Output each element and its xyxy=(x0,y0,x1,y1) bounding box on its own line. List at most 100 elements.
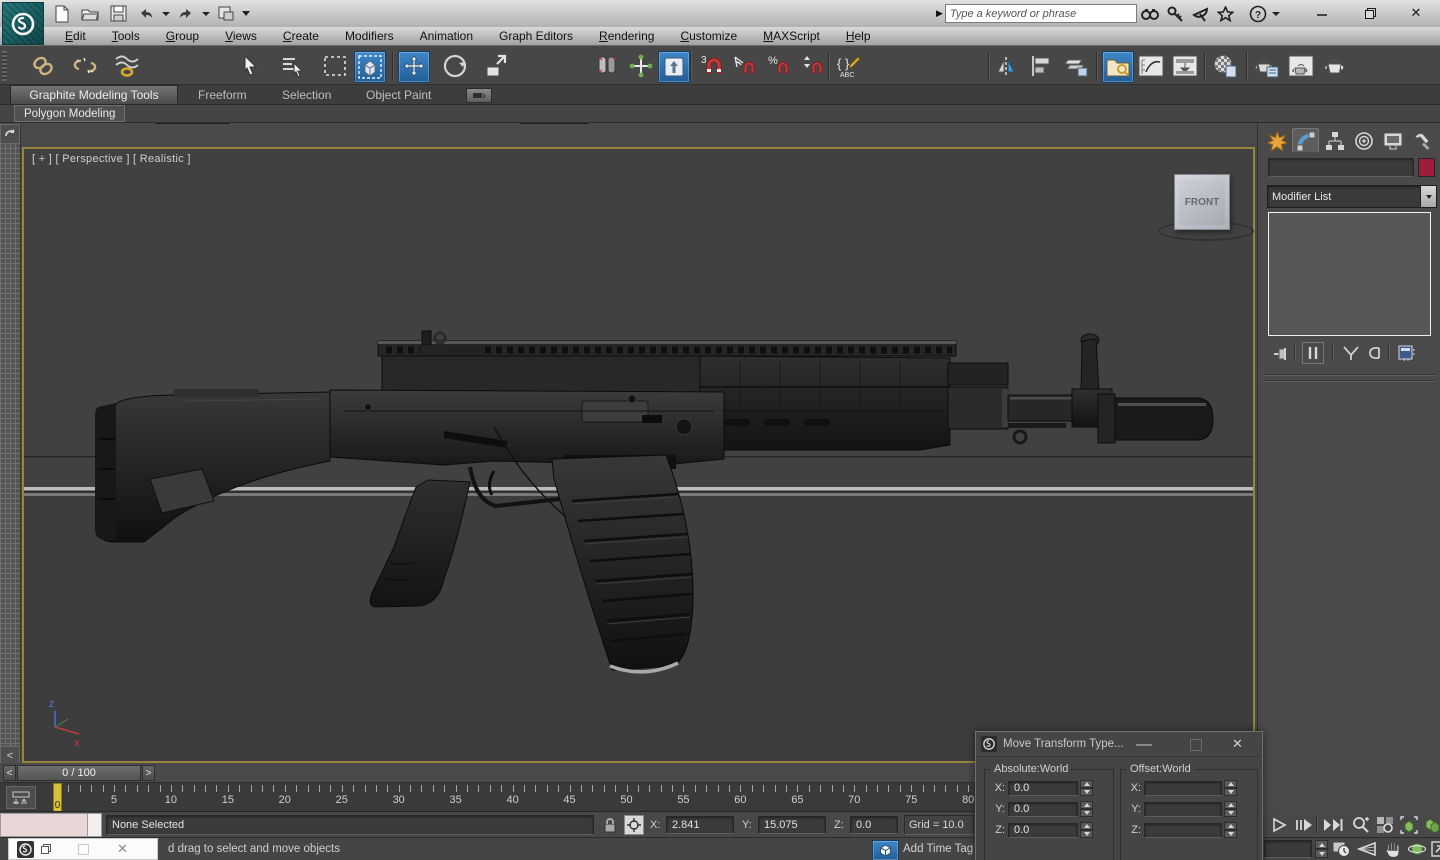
menu-customize[interactable]: Customize xyxy=(667,28,750,45)
floating-window-titlebar[interactable]: ✕ xyxy=(8,838,158,860)
communication-center-button[interactable] xyxy=(1189,4,1212,24)
off-y-spinner[interactable] xyxy=(1224,801,1237,817)
search-button[interactable] xyxy=(1139,4,1162,24)
undo-button[interactable] xyxy=(134,3,158,24)
tab-display[interactable] xyxy=(1379,128,1406,153)
tab-modify[interactable] xyxy=(1292,128,1319,153)
y-coordinate-field[interactable]: 15.075 xyxy=(758,816,826,834)
viewcube[interactable]: FRONT xyxy=(1174,174,1230,230)
go-to-end-button[interactable] xyxy=(1322,814,1344,836)
restore-window-button[interactable] xyxy=(1356,4,1384,22)
dialog-minimize-button[interactable]: — xyxy=(1136,736,1152,754)
align-button[interactable] xyxy=(1028,51,1058,81)
snaps-toggle-button[interactable]: 3 xyxy=(696,51,726,81)
material-editor-button[interactable] xyxy=(1210,51,1240,81)
favorites-button[interactable] xyxy=(1214,4,1237,24)
abs-x-field[interactable]: 0.0 xyxy=(1008,780,1078,796)
mirror-button[interactable] xyxy=(994,51,1024,81)
undo-dropdown[interactable] xyxy=(162,11,170,16)
search-prev-icon[interactable]: ▶ xyxy=(936,8,943,19)
abs-z-spinner[interactable] xyxy=(1080,822,1093,838)
open-file-button[interactable] xyxy=(78,3,102,24)
curve-editor-button[interactable] xyxy=(1136,51,1166,81)
off-z-field[interactable] xyxy=(1144,822,1222,838)
redo-button[interactable] xyxy=(174,3,198,24)
current-frame-field[interactable] xyxy=(1264,840,1312,858)
off-x-field[interactable] xyxy=(1144,780,1222,796)
render-setup-button[interactable] xyxy=(1252,51,1282,81)
zoom-button[interactable] xyxy=(1350,814,1372,836)
orbit-view-button[interactable] xyxy=(1406,838,1428,860)
select-by-name-button[interactable] xyxy=(278,51,308,81)
make-unique-button[interactable] xyxy=(1340,342,1362,364)
menu-create[interactable]: Create xyxy=(270,28,332,45)
time-slider-handle[interactable]: 0 / 100 xyxy=(17,765,141,781)
select-and-scale-button[interactable] xyxy=(482,51,512,81)
menu-maxscript[interactable]: MAXScript xyxy=(750,28,833,45)
rendered-frame-window-button[interactable] xyxy=(1286,51,1316,81)
show-end-result-button[interactable] xyxy=(1302,342,1324,364)
restore-window-small-icon[interactable] xyxy=(40,843,52,855)
percent-snap-button[interactable]: % xyxy=(764,51,794,81)
select-and-link-button[interactable] xyxy=(28,51,58,81)
perspective-viewport[interactable]: z x [ + ] [ Perspective ] [ Realistic ] … xyxy=(22,147,1255,763)
absolute-offset-mode-toggle[interactable] xyxy=(624,815,644,835)
render-production-button[interactable] xyxy=(1320,51,1350,81)
pan-view-button[interactable] xyxy=(1381,838,1403,860)
close-small-icon[interactable]: ✕ xyxy=(117,841,128,857)
menu-tools[interactable]: Tools xyxy=(99,28,153,45)
menu-group[interactable]: Group xyxy=(153,28,212,45)
schematic-view-button[interactable] xyxy=(1170,51,1200,81)
new-scene-button[interactable] xyxy=(50,3,74,24)
maximize-viewport-toggle[interactable] xyxy=(1428,838,1440,860)
tab-selection[interactable]: Selection xyxy=(274,85,339,104)
dialog-close-button[interactable]: ✕ xyxy=(1232,736,1243,752)
unlink-selection-button[interactable] xyxy=(70,51,100,81)
close-window-button[interactable]: ✕ xyxy=(1402,4,1430,22)
select-and-rotate-button[interactable] xyxy=(440,51,470,81)
current-frame-marker[interactable]: 0 xyxy=(53,783,62,811)
x-coordinate-field[interactable]: 2.841 xyxy=(666,816,734,834)
tab-motion[interactable] xyxy=(1350,128,1377,153)
strip-scroll-top-button[interactable] xyxy=(0,124,20,144)
pin-stack-button[interactable] xyxy=(1270,342,1292,364)
search-input[interactable]: Type a keyword or phrase xyxy=(944,4,1137,23)
ribbon-minimize-button[interactable] xyxy=(466,88,492,103)
select-and-move-button[interactable] xyxy=(398,51,430,83)
toolbar-drag-handle[interactable] xyxy=(2,51,7,81)
rectangular-selection-region-button[interactable] xyxy=(320,51,350,81)
off-z-spinner[interactable] xyxy=(1224,822,1237,838)
maxscript-mini-listener[interactable] xyxy=(0,813,88,837)
tab-object-paint[interactable]: Object Paint xyxy=(358,85,439,104)
zoom-extents-all-button[interactable] xyxy=(1421,814,1440,836)
tab-utilities[interactable] xyxy=(1408,128,1435,153)
modifier-list-dropdown[interactable]: Modifier List xyxy=(1267,185,1437,208)
open-mini-curve-editor-button[interactable] xyxy=(6,786,36,809)
tab-create[interactable] xyxy=(1263,128,1290,153)
save-file-button[interactable] xyxy=(106,3,130,24)
dialog-maximize-button[interactable] xyxy=(1190,739,1202,751)
panel-polygon-modeling[interactable]: Polygon Modeling xyxy=(14,105,126,122)
maxscript-macro-recorder[interactable] xyxy=(88,813,102,837)
spinner-snap-button[interactable] xyxy=(798,51,828,81)
move-transform-type-in-dialog[interactable]: Move Transform Type... — ✕ Absolute:Worl… xyxy=(975,731,1263,860)
configure-modifier-sets-button[interactable] xyxy=(1396,342,1418,364)
frame-spinner[interactable] xyxy=(1315,840,1328,858)
select-object-button[interactable] xyxy=(236,51,266,81)
window-crossing-toggle[interactable] xyxy=(354,51,386,83)
next-frame-step-button[interactable] xyxy=(1293,814,1315,836)
select-and-manipulate-button[interactable] xyxy=(626,51,656,81)
angle-snap-button[interactable] xyxy=(730,51,760,81)
menu-help[interactable]: Help xyxy=(833,28,884,45)
abs-z-field[interactable]: 0.0 xyxy=(1008,822,1078,838)
remove-modifier-button[interactable] xyxy=(1364,342,1386,364)
modifier-stack-list[interactable] xyxy=(1268,212,1431,336)
menu-animation[interactable]: Animation xyxy=(407,28,486,45)
abs-x-spinner[interactable] xyxy=(1080,780,1093,796)
manage-layers-button[interactable] xyxy=(1062,51,1092,81)
tab-graphite-modeling-tools[interactable]: Graphite Modeling Tools xyxy=(10,85,178,104)
select-and-place-button[interactable] xyxy=(592,51,622,81)
play-animation-button[interactable] xyxy=(1268,814,1290,836)
next-frame-button[interactable]: > xyxy=(142,765,155,781)
sign-in-button[interactable] xyxy=(1164,4,1187,24)
